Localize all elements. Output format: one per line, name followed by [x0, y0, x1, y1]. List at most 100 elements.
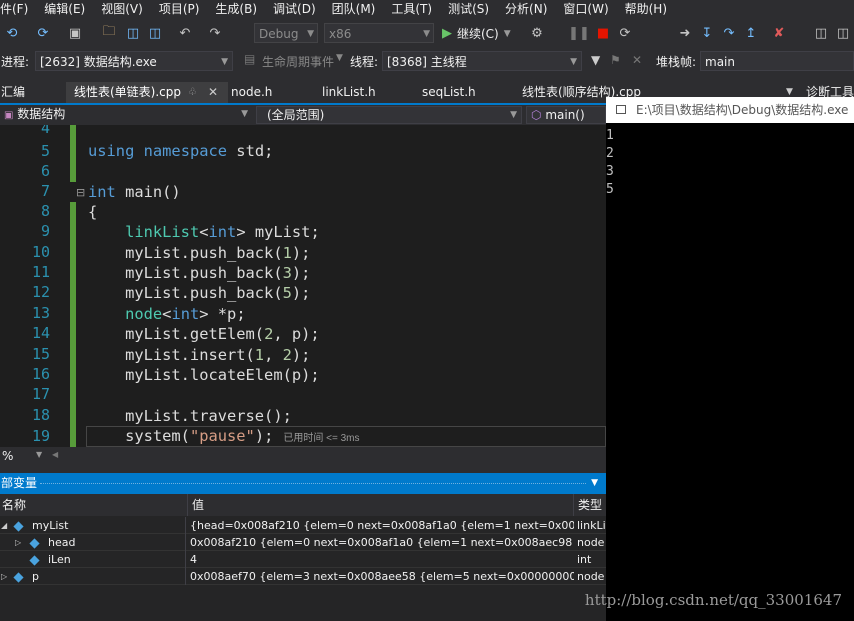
code-line: myList.locateElem(p);	[88, 366, 320, 384]
menu-help[interactable]: 帮助(H)	[625, 0, 675, 17]
back-icon[interactable]: ⟲	[3, 24, 21, 42]
menu-tools[interactable]: 工具(T)	[391, 0, 440, 17]
tab-disassembly[interactable]: 汇编	[1, 82, 41, 103]
project-icon: ▣	[4, 110, 14, 121]
new-project-icon[interactable]: ▣	[66, 24, 84, 42]
console-line: 3	[606, 164, 614, 179]
console-title-bar[interactable]: E:\项目\数据结构\Debug\数据结构.exe	[606, 97, 854, 123]
toolbar: ⟲ ⟳ ▣ 🗀 ◫ ◫ ↶ ↷ Debug ▼ x86 ▼ ▶ 继续(C) ▼ ⚙ …	[0, 20, 854, 48]
lifecycle-events-button[interactable]: 生命周期事件	[262, 53, 334, 70]
zoom-level[interactable]: %	[2, 449, 13, 463]
table-row[interactable]: ▷ p 0x008aef70 {elem=3 next=0x008aee58 {…	[0, 568, 606, 585]
close-icon[interactable]: ✕	[208, 82, 218, 103]
project-select[interactable]: ▣ 数据结构 ▼	[0, 106, 252, 124]
debug-location-bar: 进程: [2632] 数据结构.exe ▼ ▤ 生命周期事件 ▼ 线程: [836…	[0, 48, 854, 74]
redo-icon[interactable]: ↷	[206, 24, 224, 42]
variable-type: node	[577, 536, 605, 549]
menu-team[interactable]: 团队(M)	[332, 0, 384, 17]
step-into-icon[interactable]: ↧	[698, 24, 716, 42]
breakpoints-icon[interactable]: ✘	[770, 24, 788, 42]
variable-value: 0x008af210 {elem=0 next=0x008af1a0 {elem…	[190, 536, 574, 549]
pause-icon[interactable]: ❚❚	[568, 24, 590, 42]
menu-debug[interactable]: 调试(D)	[273, 0, 324, 17]
pin-icon[interactable]: ♧	[188, 82, 197, 103]
chevron-down-icon: ▼	[510, 110, 517, 120]
lifecycle-icon[interactable]: ▤	[244, 52, 255, 66]
more-toolbar-icon[interactable]: ◫	[834, 24, 852, 42]
line-number: 6	[40, 162, 50, 180]
locals-window: 名称 值 类型 ◢ myList {head=0x008af210 {elem=…	[0, 494, 606, 621]
navigation-bar: ▣ 数据结构 ▼ (全局范围) ▼ ⬡ main()	[0, 103, 606, 125]
variable-value: {head=0x008af210 {elem=0 next=0x008af1a0…	[190, 519, 574, 532]
scope-select[interactable]: (全局范围) ▼	[256, 106, 522, 124]
chevron-down-icon: ▼	[423, 29, 430, 39]
menu-edit[interactable]: 编辑(E)	[44, 0, 93, 17]
chevron-down-icon[interactable]: ▼	[591, 473, 598, 494]
change-marker	[70, 125, 76, 182]
menu-view[interactable]: 视图(V)	[101, 0, 151, 17]
column-header-value[interactable]: 值	[188, 494, 574, 516]
collapse-arrow-icon[interactable]: ◢	[1, 517, 7, 534]
table-row[interactable]: iLen 4 int	[0, 551, 606, 568]
collapse-icon[interactable]: ⊟	[76, 186, 85, 199]
debug-target-icon[interactable]: ⚙	[528, 24, 546, 42]
save-icon[interactable]: ◫	[124, 24, 142, 42]
code-editor[interactable]: 4 5 6 7 8 9 10 11 12 13 14 15 16 17 18 1…	[0, 125, 606, 447]
expand-arrow-icon[interactable]: ▷	[15, 534, 21, 551]
show-next-statement-icon[interactable]: ➜	[676, 24, 694, 42]
menu-analyze[interactable]: 分析(N)	[505, 0, 555, 17]
tab-linked-list-cpp[interactable]: 线性表(单链表).cpp ♧ ✕	[66, 82, 228, 103]
console-icon	[616, 105, 626, 114]
member-icon	[29, 551, 40, 568]
column-header-type[interactable]: 类型	[574, 494, 606, 516]
stop-icon[interactable]: ■	[594, 24, 612, 42]
stackframe-select[interactable]: main	[700, 51, 854, 71]
menu-project[interactable]: 项目(P)	[159, 0, 208, 17]
table-row[interactable]: ◢ myList {head=0x008af210 {elem=0 next=0…	[0, 517, 606, 534]
forward-icon[interactable]: ⟳	[34, 24, 52, 42]
chevron-down-icon[interactable]: ▼	[36, 450, 42, 459]
undo-icon[interactable]: ↶	[176, 24, 194, 42]
process-select[interactable]: [2632] 数据结构.exe ▼	[35, 51, 233, 71]
menu-test[interactable]: 测试(S)	[448, 0, 497, 17]
scroll-left-icon[interactable]: ◀	[52, 450, 58, 459]
step-out-icon[interactable]: ↥	[742, 24, 760, 42]
table-row[interactable]: ▷ head 0x008af210 {elem=0 next=0x008af1a…	[0, 534, 606, 551]
filter-icon[interactable]: ▼	[591, 53, 600, 67]
code-line: myList.traverse();	[88, 407, 292, 425]
menu-file[interactable]: 件(F)	[0, 0, 36, 17]
code-line: myList.push_back(3);	[88, 264, 311, 282]
tab-node-h[interactable]: node.h	[231, 82, 272, 103]
menu-build[interactable]: 生成(B)	[215, 0, 265, 17]
variable-type: linkLi	[577, 519, 606, 532]
editor-zoom-bar: % ▼ ◀	[0, 447, 606, 465]
line-number: 7	[40, 182, 50, 200]
watermark: http://blog.csdn.net/qq_33001647	[584, 591, 842, 609]
console-window[interactable]: E:\项目\数据结构\Debug\数据结构.exe 1 2 3 5	[606, 97, 854, 621]
chevron-down-icon: ▼	[221, 57, 228, 67]
chevron-down-icon: ▼	[570, 57, 577, 67]
window-layout-icon[interactable]: ◫	[812, 24, 830, 42]
show-threads-icon[interactable]: ✕	[632, 53, 642, 67]
tab-seqlist-h[interactable]: seqList.h	[422, 82, 476, 103]
continue-button[interactable]: ▶ 继续(C) ▼	[442, 24, 511, 44]
code-line: node<int> *p;	[125, 305, 246, 323]
expand-arrow-icon[interactable]: ▷	[1, 568, 7, 585]
line-number: 15	[31, 345, 50, 363]
save-all-icon[interactable]: ◫	[146, 24, 164, 42]
config-select[interactable]: Debug ▼	[254, 23, 318, 43]
flag-thread-icon[interactable]: ⚑	[610, 53, 621, 67]
console-line: 2	[606, 146, 614, 161]
menu-window[interactable]: 窗口(W)	[563, 0, 616, 17]
platform-select[interactable]: x86 ▼	[324, 23, 434, 43]
thread-select[interactable]: [8368] 主线程 ▼	[382, 51, 582, 71]
step-over-icon[interactable]: ↷	[720, 24, 738, 42]
function-select[interactable]: ⬡ main()	[526, 106, 606, 124]
open-folder-icon[interactable]: 🗀	[100, 24, 118, 42]
column-header-name[interactable]: 名称	[0, 494, 188, 516]
line-number: 8	[40, 202, 50, 220]
variable-type: int	[577, 553, 592, 566]
tab-linklist-h[interactable]: linkList.h	[322, 82, 376, 103]
console-line: 1	[606, 128, 614, 143]
restart-icon[interactable]: ⟳	[616, 24, 634, 42]
